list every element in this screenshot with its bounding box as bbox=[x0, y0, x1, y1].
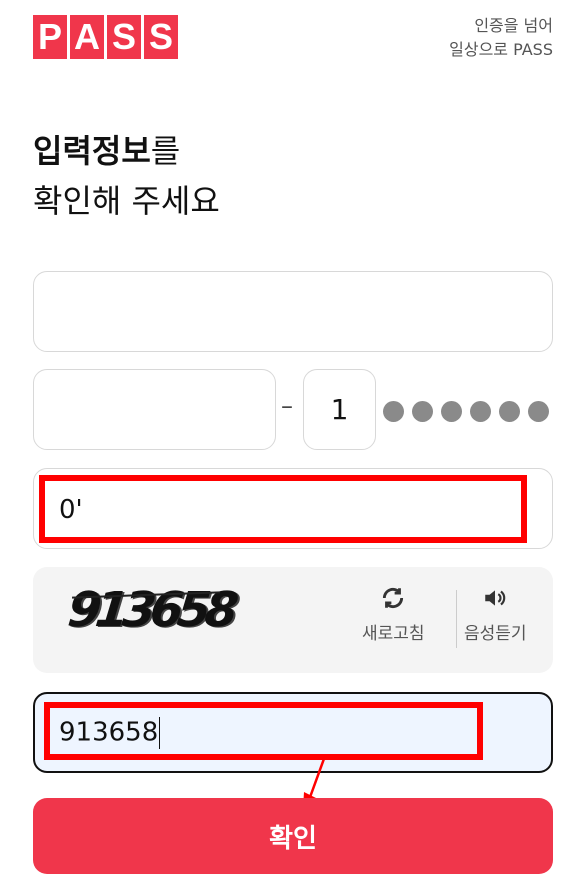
masked-id-digits bbox=[383, 401, 549, 422]
divider bbox=[456, 590, 457, 648]
gender-digit-input[interactable]: 1 bbox=[303, 369, 376, 450]
tagline-line-2: 일상으로 PASS bbox=[449, 40, 553, 59]
mask-dot bbox=[470, 401, 491, 422]
captcha-refresh-button[interactable]: 새로고침 bbox=[362, 585, 425, 644]
confirm-button[interactable]: 확인 bbox=[33, 798, 553, 874]
refresh-label: 새로고침 bbox=[362, 624, 425, 644]
tagline-line-1: 인증을 넘어 bbox=[474, 16, 553, 35]
mask-dot bbox=[383, 401, 404, 422]
logo-letter: P bbox=[33, 15, 67, 59]
mask-dot bbox=[412, 401, 433, 422]
speaker-icon bbox=[481, 585, 509, 619]
title-bold: 입력정보 bbox=[33, 132, 151, 170]
mask-dot bbox=[528, 401, 549, 422]
captcha-image: 913658 bbox=[65, 582, 236, 638]
tagline: 인증을 넘어 일상으로 PASS bbox=[449, 14, 553, 62]
mask-dot bbox=[499, 401, 520, 422]
title-line-2: 확인해 주세요 bbox=[33, 182, 220, 220]
highlight-box-captcha bbox=[44, 702, 483, 760]
logo-letter: S bbox=[107, 15, 141, 59]
captcha-audio-button[interactable]: 음성듣기 bbox=[464, 585, 527, 644]
mask-dot bbox=[441, 401, 462, 422]
id-separator: – bbox=[281, 392, 293, 420]
name-input[interactable] bbox=[33, 271, 553, 352]
page-title: 입력정보를 확인해 주세요 bbox=[33, 126, 220, 226]
pass-logo: P A S S bbox=[33, 15, 178, 59]
birthdate-input[interactable] bbox=[33, 369, 276, 450]
highlight-box-phone bbox=[39, 475, 527, 543]
title-suffix: 를 bbox=[150, 132, 181, 170]
logo-letter: A bbox=[70, 15, 104, 59]
logo-letter: S bbox=[144, 15, 178, 59]
audio-label: 음성듣기 bbox=[464, 624, 527, 644]
refresh-icon bbox=[380, 585, 406, 619]
